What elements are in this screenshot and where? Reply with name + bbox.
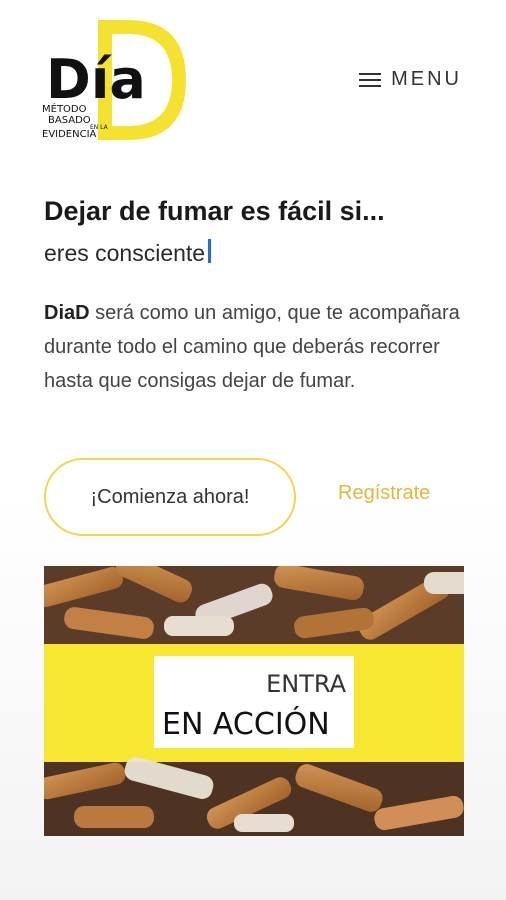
hamburger-icon <box>359 72 382 88</box>
intro-paragraph: DiaD será como un amigo, que te acompaña… <box>44 296 464 398</box>
menu-button[interactable]: MENU <box>359 68 462 91</box>
intro-text: será como un amigo, que te acompañara du… <box>44 302 460 392</box>
subtitle-text: eres consciente <box>44 240 206 266</box>
diad-logo[interactable]: Día MÉTODO BASADO EN LA EVIDENCIA <box>40 16 190 146</box>
subtitle: eres consciente <box>44 238 212 267</box>
register-link[interactable]: Regístrate <box>338 482 430 505</box>
typing-caret <box>208 238 212 263</box>
header: Día MÉTODO BASADO EN LA EVIDENCIA MENU <box>0 0 506 160</box>
menu-label: MENU <box>391 68 462 90</box>
svg-text:EVIDENCIA: EVIDENCIA <box>42 129 97 140</box>
svg-text:MÉTODO: MÉTODO <box>42 102 87 115</box>
intro-brand: DiaD <box>44 302 90 324</box>
banner-line2: EN ACCIÓN <box>162 705 330 742</box>
svg-text:BASADO: BASADO <box>48 115 91 126</box>
promo-banner[interactable]: ENTRA EN ACCIÓN <box>44 566 464 836</box>
start-now-button[interactable]: ¡Comienza ahora! <box>44 458 296 536</box>
banner-image: ENTRA EN ACCIÓN <box>44 566 464 836</box>
banner-line1: ENTRA <box>266 670 346 698</box>
page-title: Dejar de fumar es fácil si... <box>44 196 385 226</box>
svg-text:Día: Día <box>46 48 146 111</box>
